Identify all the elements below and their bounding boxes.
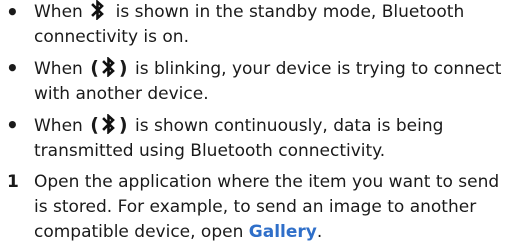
- step-item-open-application: 1 Open the application where the item yo…: [4, 170, 510, 245]
- bullet-text-before: When: [34, 59, 83, 79]
- step-text-end: .: [316, 222, 323, 242]
- bullet-marker: •: [6, 0, 19, 24]
- bluetooth-icon: [100, 57, 118, 77]
- bullet-marker: •: [6, 113, 19, 137]
- bullet-item-bluetooth-continuous: • When ( ) is shown continuously, data i…: [4, 113, 510, 164]
- bluetooth-icon: [89, 0, 107, 20]
- bullet-text-before: When: [34, 116, 83, 136]
- bluetooth-connecting-icon: ( ): [90, 57, 128, 79]
- bluetooth-connecting-icon: ( ): [90, 114, 128, 136]
- instruction-content: • When is shown in the standby mode, Blu…: [4, 0, 510, 245]
- bluetooth-icon: [100, 114, 118, 134]
- bullet-item-bluetooth-blinking: • When ( ) is blinking, your device is t…: [4, 56, 510, 107]
- bullet-marker: •: [6, 56, 19, 80]
- gallery-link[interactable]: Gallery: [249, 222, 317, 242]
- step-number: 1: [7, 172, 19, 192]
- bullet-text-before: When: [34, 2, 83, 22]
- bullet-item-bluetooth-on: • When is shown in the standby mode, Blu…: [4, 0, 510, 50]
